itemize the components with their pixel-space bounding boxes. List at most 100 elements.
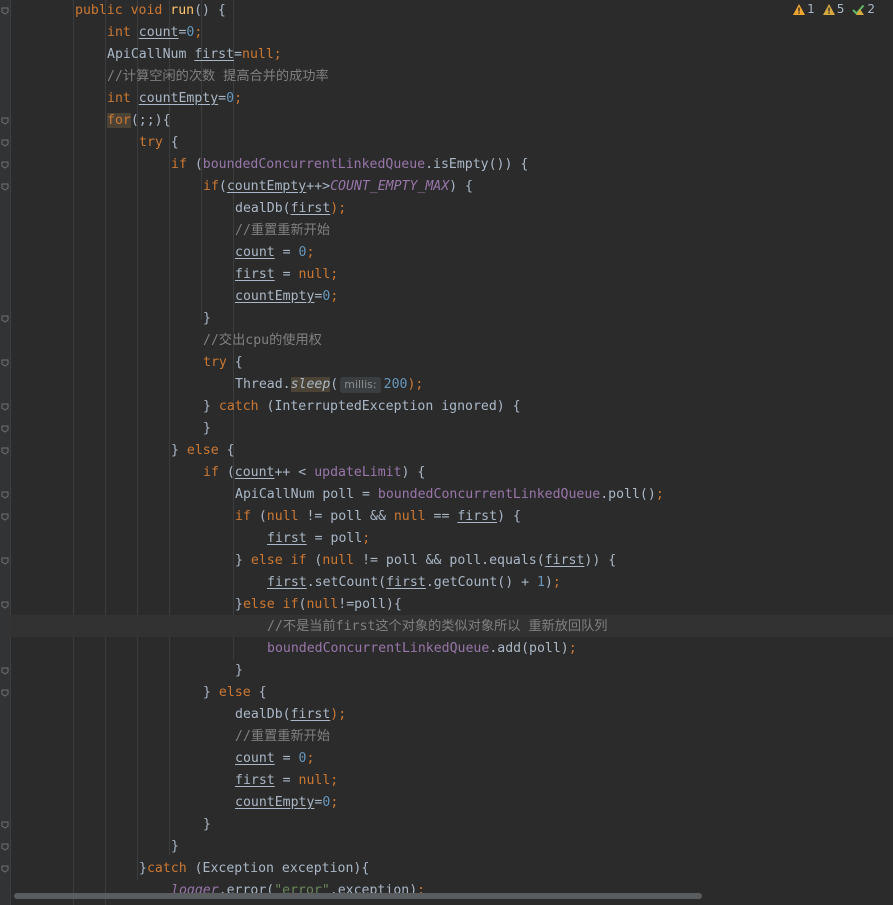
class-name: Thread. — [235, 377, 291, 392]
operator: = — [274, 773, 299, 788]
code-text: (Exception exception){ — [186, 861, 370, 876]
variable: first — [235, 773, 275, 788]
variable: first — [267, 531, 307, 546]
code-line-13: first = null; — [235, 264, 338, 286]
code-line-29: //不是当前first这个对象的类似对象所以 重新放回队列 — [267, 619, 608, 634]
variable: first — [267, 575, 307, 590]
code-text: ( — [306, 553, 323, 568]
variable: countEmpty — [235, 795, 315, 810]
code-text: .isEmpty()) { — [425, 157, 529, 172]
operator: = — [274, 751, 299, 766]
fold-marker-icon[interactable] — [1, 865, 9, 873]
keyword: catch — [146, 861, 187, 876]
fold-marker-icon[interactable] — [1, 667, 9, 675]
code-line-5: int countEmpty=0; — [107, 88, 242, 110]
variable: countEmpty — [138, 91, 219, 106]
code-line-27: first.setCount(first.getCount() + 1); — [267, 572, 561, 594]
fold-marker-icon[interactable] — [1, 161, 9, 169]
code-line-17: try { — [203, 352, 243, 374]
fold-marker-icon[interactable] — [1, 183, 9, 191]
fold-marker-icon[interactable] — [1, 359, 9, 367]
variable: count — [234, 465, 275, 480]
keyword: if — [235, 509, 251, 524]
keyword: catch — [218, 399, 259, 414]
method-call: dealDb( — [235, 707, 291, 722]
semicolon: ; — [552, 575, 561, 590]
code-line-2: int count=0; — [107, 22, 202, 44]
variable: count — [138, 25, 179, 40]
keyword: for — [107, 113, 131, 128]
variable: count — [235, 751, 275, 766]
semicolon: ; — [362, 531, 371, 546]
fold-marker-icon[interactable] — [1, 821, 9, 829]
number-literal: 200 — [383, 377, 408, 392]
code-text: .setCount( — [306, 575, 387, 590]
code-line-18: Thread.sleep(millis: 200); — [235, 374, 423, 396]
method-name: run — [170, 3, 195, 18]
code-text: (;;){ — [130, 113, 171, 128]
fold-marker-icon[interactable] — [1, 491, 9, 499]
keyword: int — [107, 91, 139, 106]
constant: COUNT_EMPTY_MAX — [330, 179, 450, 194]
keyword: int — [107, 25, 139, 40]
semicolon: ; — [655, 487, 664, 502]
method-call: dealDb( — [235, 201, 291, 216]
code-text: != poll && poll.equals( — [354, 553, 545, 568]
code-line-6: for(;;){ — [107, 110, 171, 132]
fold-marker-icon[interactable] — [1, 601, 9, 609]
error-count[interactable]: 1 — [793, 2, 815, 16]
code-line-11: //重置重新开始 — [235, 223, 331, 238]
fold-marker-icon[interactable] — [1, 447, 9, 455]
semicolon: ; — [306, 245, 315, 260]
code-line-10: dealDb(first); — [235, 198, 346, 220]
semicolon: ; — [234, 91, 243, 106]
code-text: } — [235, 597, 243, 612]
fold-marker-icon[interactable] — [1, 403, 9, 411]
operator: = — [218, 91, 227, 106]
code-line-37: countEmpty=0; — [235, 792, 338, 814]
fold-marker-icon[interactable] — [1, 557, 9, 565]
code-text: ( — [250, 509, 267, 524]
code-text: ) { — [497, 509, 521, 524]
code-text: .poll() — [600, 487, 656, 502]
keyword: try — [203, 355, 227, 370]
null-literal: null — [298, 773, 331, 788]
editor-gutter[interactable] — [0, 0, 11, 905]
fold-marker-icon[interactable] — [1, 117, 9, 125]
semicolon: ; — [330, 795, 339, 810]
fold-marker-icon[interactable] — [1, 843, 9, 851]
fold-marker-icon[interactable] — [1, 689, 9, 697]
variable: first — [544, 553, 585, 568]
code-text: { — [226, 355, 243, 370]
weak-warning-count[interactable]: 2 — [852, 2, 875, 16]
keyword: else — [218, 685, 251, 700]
keyword: try — [139, 135, 163, 150]
code-text: } — [235, 553, 251, 568]
fold-marker-icon[interactable] — [1, 315, 9, 323]
fold-marker-icon[interactable] — [1, 513, 9, 521]
fold-marker-icon[interactable] — [1, 139, 9, 147]
code-line-31: } — [235, 663, 243, 678]
code-text: } — [139, 861, 147, 876]
inspection-widget[interactable]: 1 5 2 — [793, 2, 875, 16]
code-line-20: } — [203, 421, 211, 436]
type-name: ApiCallNum — [107, 47, 195, 62]
code-text: { — [250, 685, 267, 700]
code-line-19: } catch (InterruptedException ignored) { — [203, 396, 521, 418]
code-text: ) { — [401, 465, 426, 480]
field: boundedConcurrentLinkedQueue — [377, 487, 601, 502]
operator: = — [274, 245, 299, 260]
null-literal: null — [322, 553, 355, 568]
code-text: ); — [330, 201, 347, 216]
parameter-hint: millis: — [340, 377, 381, 393]
warning-count[interactable]: 5 — [822, 2, 844, 16]
horizontal-scrollbar[interactable] — [14, 893, 702, 899]
field: updateLimit — [314, 465, 402, 480]
number-literal: 1 — [536, 575, 545, 590]
keyword: if — [203, 179, 219, 194]
fold-marker-icon[interactable] — [1, 7, 9, 15]
field: boundedConcurrentLinkedQueue — [267, 641, 490, 656]
code-text: () { — [194, 3, 226, 18]
fold-marker-icon[interactable] — [1, 425, 9, 433]
code-line-33: dealDb(first); — [235, 704, 346, 726]
